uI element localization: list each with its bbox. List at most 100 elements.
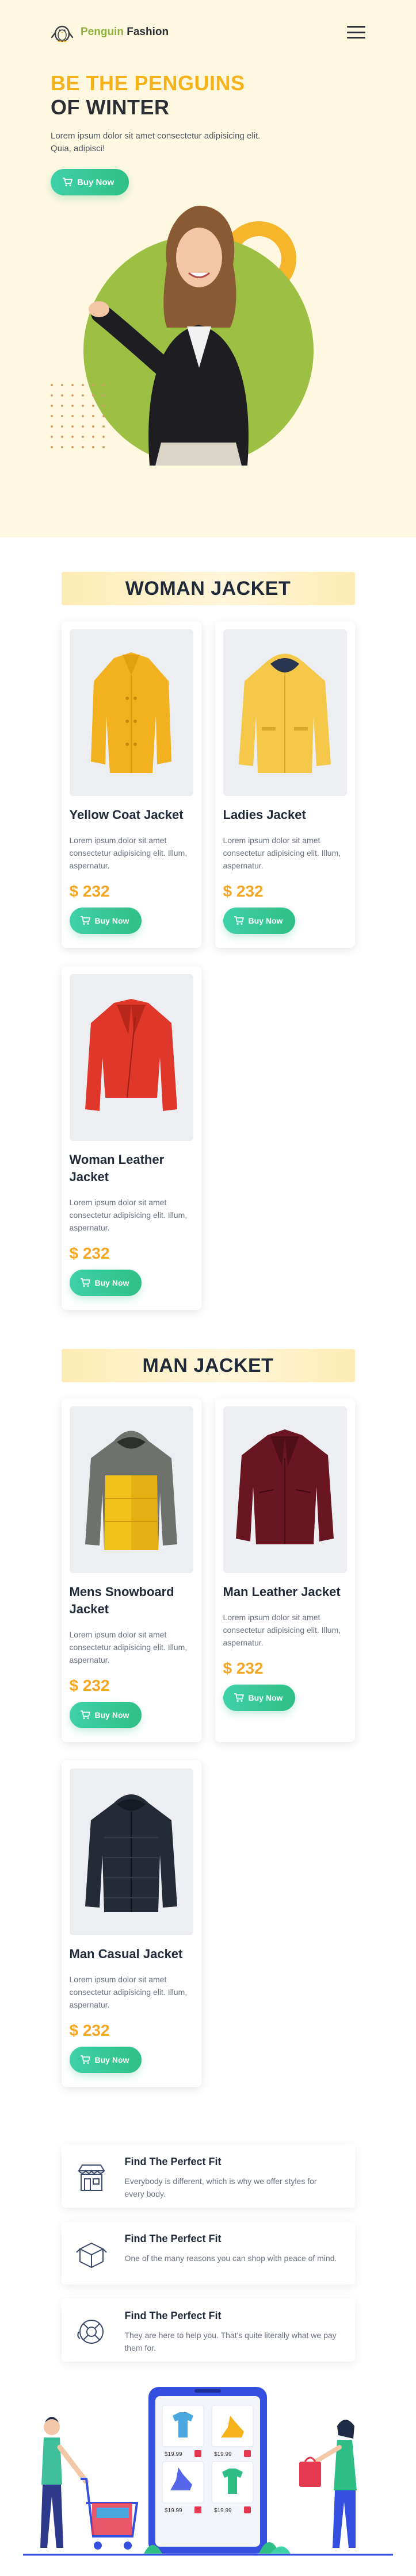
price-tag: $19.99	[165, 2508, 182, 2514]
menu-bar	[347, 37, 365, 39]
cart-icon	[80, 1710, 90, 1719]
product-description: Lorem ipsum dolor sit amet consectetur a…	[223, 836, 341, 870]
mens-snowboard-jacket-image	[85, 1431, 177, 1550]
man-section-heading: MAN JACKET	[61, 1349, 355, 1382]
feature-title: Find The Perfect Fit	[124, 2310, 222, 2321]
cart-icon	[63, 178, 72, 186]
product-image	[69, 974, 193, 1141]
product-price: $ 232	[69, 1677, 110, 1694]
product-image	[69, 1406, 193, 1573]
product-description: Lorem ipsum dolor sit amet consectetur a…	[69, 1198, 188, 1232]
box-icon	[75, 2242, 107, 2269]
brand-name: Penguin Fashion	[81, 26, 169, 39]
product-price: $ 232	[69, 882, 110, 900]
hero-description: Lorem ipsum dolor sit amet consectetur a…	[51, 131, 261, 153]
product-image	[69, 1768, 193, 1935]
menu-bar	[347, 26, 365, 28]
man-casual-jacket-image	[85, 1794, 177, 1912]
feature-description: One of the many reasons you can shop wit…	[124, 2254, 337, 2263]
feature-card: Find The Perfect Fit They are here to he…	[61, 2298, 355, 2362]
buy-now-button[interactable]: Buy Now	[69, 2047, 142, 2073]
man-leather-jacket-image	[236, 1429, 334, 1544]
hero-buy-now-label: Buy Now	[77, 177, 115, 187]
feature-card: Find The Perfect Fit One of the many rea…	[61, 2221, 355, 2285]
product-title: Mens Snowboard Jacket	[69, 1585, 174, 1616]
man-jacket-section: MAN JACKET Mens Snowboard Jacket Lorem i…	[0, 1310, 416, 2087]
product-card[interactable]: Mens Snowboard Jacket Lorem ipsum dolor …	[61, 1398, 201, 1742]
cart-icon	[234, 1693, 244, 1702]
shop-icon	[77, 2164, 105, 2191]
product-card[interactable]: Ladies Jacket Lorem ipsum dolor sit amet…	[215, 621, 355, 948]
price-tag: $19.99	[214, 2508, 232, 2514]
product-price: $ 232	[69, 2021, 110, 2039]
buy-now-button[interactable]: Buy Now	[69, 1702, 142, 1728]
features-section: Find The Perfect Fit Everybody is differ…	[0, 2087, 416, 2568]
product-card[interactable]: Man Leather Jacket Lorem ipsum dolor sit…	[215, 1398, 355, 1742]
buy-now-label: Buy Now	[248, 1693, 283, 1702]
brand-name-accent: Penguin	[81, 26, 124, 38]
support-icon	[77, 2320, 104, 2344]
hero-section: Penguin Fashion BE THE PENGUINS OF WINTE…	[0, 0, 416, 537]
ladies-jacket-image	[239, 653, 331, 773]
brand-name-rest: Fashion	[123, 26, 169, 38]
hero-title-line1: BE THE PENGUINS	[51, 71, 245, 95]
product-title: Man Casual Jacket	[69, 1947, 183, 1961]
feature-description: Everybody is different, which is why we …	[124, 2177, 317, 2198]
buy-now-label: Buy Now	[94, 1710, 129, 1720]
buy-now-label: Buy Now	[94, 916, 129, 925]
product-price: $ 232	[69, 1244, 110, 1262]
yellow-coat-image	[91, 652, 171, 773]
product-title: Woman Leather Jacket	[69, 1152, 165, 1184]
product-card[interactable]: Woman Leather Jacket Lorem ipsum dolor s…	[61, 966, 201, 1310]
buy-now-button[interactable]: Buy Now	[69, 908, 142, 934]
brand[interactable]: Penguin Fashion	[51, 22, 169, 42]
product-description: Lorem ipsum dolor sit amet consectetur a…	[69, 1975, 188, 2009]
buy-now-button[interactable]: Buy Now	[69, 1270, 142, 1296]
product-image	[223, 629, 347, 796]
product-price: $ 232	[223, 882, 264, 900]
face-shape	[176, 228, 222, 287]
menu-bar	[347, 31, 365, 33]
product-description: Lorem ipsum dolor sit amet consectetur a…	[223, 1613, 341, 1647]
product-card[interactable]: Man Casual Jacket Lorem ipsum dolor sit …	[61, 1760, 201, 2087]
shopping-bag-shape	[299, 2462, 321, 2487]
feature-description: They are here to help you. That's quite …	[124, 2331, 337, 2352]
hero-title: BE THE PENGUINS OF WINTER	[51, 71, 245, 120]
feature-card: Find The Perfect Fit Everybody is differ…	[61, 2144, 355, 2208]
hero-title-line2: OF WINTER	[51, 95, 170, 119]
product-card[interactable]: Yellow Coat Jacket Lorem ipsum,dolor sit…	[61, 621, 201, 948]
hamburger-menu-icon[interactable]	[347, 25, 365, 40]
product-title: Man Leather Jacket	[223, 1585, 341, 1599]
hero-buy-now-button[interactable]: Buy Now	[51, 169, 129, 195]
hand-shape	[89, 301, 109, 317]
price-tag: $19.99	[165, 2451, 182, 2458]
product-description: Lorem ipsum,dolor sit amet consectetur a…	[69, 836, 188, 870]
feature-title: Find The Perfect Fit	[124, 2233, 222, 2244]
buy-now-button[interactable]: Buy Now	[223, 908, 296, 934]
penguin-logo-icon	[51, 25, 74, 42]
product-image	[69, 629, 193, 796]
buy-now-label: Buy Now	[94, 2055, 129, 2064]
woman-leather-jacket-image	[85, 999, 177, 1111]
cart-icon	[80, 916, 90, 925]
top-navbar: Penguin Fashion	[51, 21, 365, 44]
product-title: Ladies Jacket	[223, 808, 306, 822]
cart-icon	[80, 2055, 90, 2064]
online-shopping-illustration: $19.99 $19.99 $19.99 $19.99	[23, 2387, 393, 2556]
woman-jacket-section: WOMAN JACKET Yellow Coat Jacket Lorem ip…	[0, 537, 416, 1310]
product-image	[223, 1406, 347, 1573]
buy-now-label: Buy Now	[248, 916, 283, 925]
buy-now-label: Buy Now	[94, 1278, 129, 1287]
hero-model-illustration	[51, 205, 314, 466]
cart-icon	[80, 1278, 90, 1287]
product-title: Yellow Coat Jacket	[69, 808, 184, 822]
price-tag: $19.99	[214, 2451, 232, 2458]
man-shirt-shape	[41, 2437, 62, 2485]
man-product-grid: Mens Snowboard Jacket Lorem ipsum dolor …	[61, 1398, 355, 2087]
feature-title: Find The Perfect Fit	[124, 2156, 222, 2167]
woman-section-heading: WOMAN JACKET	[61, 572, 355, 605]
product-description: Lorem ipsum dolor sit amet consectetur a…	[69, 1630, 188, 1664]
cart-icon	[234, 916, 244, 925]
buy-now-button[interactable]: Buy Now	[223, 1685, 296, 1711]
product-price: $ 232	[223, 1659, 264, 1677]
